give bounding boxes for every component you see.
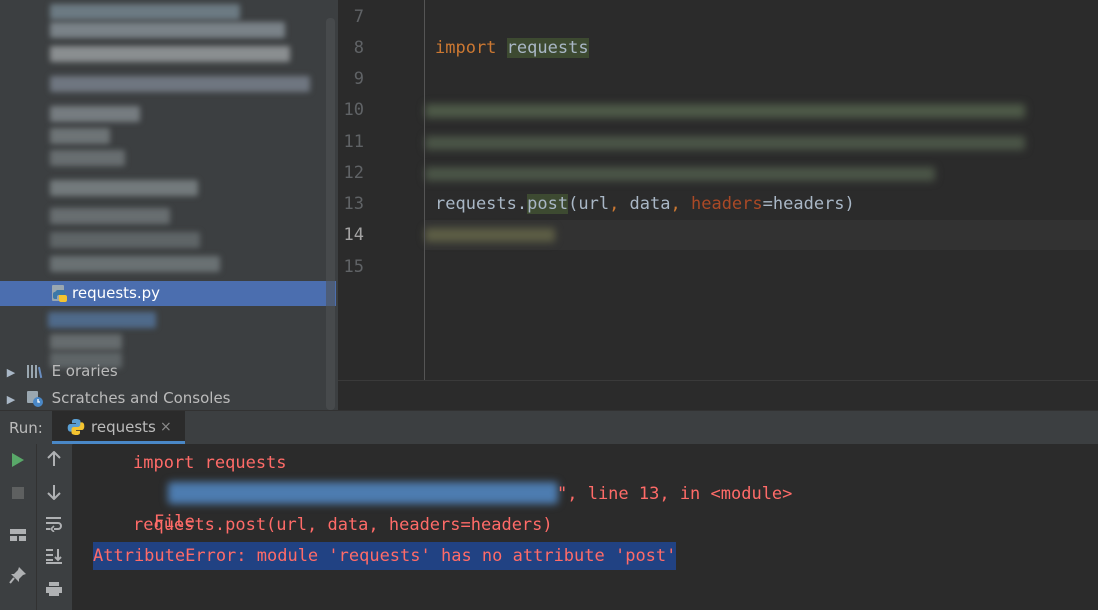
- code-line[interactable]: 12: [338, 158, 1098, 189]
- soft-wrap-icon: [45, 516, 63, 536]
- run-tool-header: Run: requests ×: [0, 410, 1098, 445]
- editor-bottom-area: [338, 380, 1098, 411]
- redacted-tree-item[interactable]: [50, 46, 290, 62]
- expand-arrow-icon[interactable]: ▶: [2, 360, 20, 386]
- line-number: 13: [343, 194, 364, 214]
- line-number: 8: [353, 38, 364, 58]
- redacted-tree-item[interactable]: [50, 208, 170, 224]
- scroll-up-button[interactable]: [40, 447, 68, 475]
- tree-item-label: Scratches and Consoles: [51, 389, 231, 407]
- arrow-up-icon: [47, 450, 61, 471]
- redacted-tree-item[interactable]: [50, 180, 198, 196]
- run-label: Run:: [9, 419, 43, 437]
- redacted-code: [425, 104, 1025, 118]
- code-line[interactable]: 9: [338, 64, 1098, 95]
- python-file-icon: [51, 284, 69, 307]
- layout-button[interactable]: [4, 522, 32, 550]
- redacted-tree-item[interactable]: [50, 256, 220, 272]
- console-line: import requests: [133, 453, 287, 473]
- code-editor[interactable]: 7 8 import requests 9 10 11 12 13 reques…: [338, 0, 1098, 380]
- toolbar-separator: [36, 444, 37, 610]
- redacted-tree-item[interactable]: [50, 76, 310, 92]
- redacted-tree-item[interactable]: [50, 4, 240, 20]
- scroll-to-end-icon: [45, 548, 63, 568]
- code-token: headers: [690, 194, 763, 214]
- line-number: 12: [343, 163, 364, 183]
- gutter-separator: [424, 0, 425, 380]
- soft-wrap-button[interactable]: [40, 512, 68, 540]
- pin-button[interactable]: [4, 563, 32, 591]
- redacted-tree-item[interactable]: [50, 128, 110, 144]
- code-token: post: [527, 194, 569, 214]
- python-icon: [67, 418, 85, 440]
- code-token: ,: [609, 194, 630, 214]
- run-toolbar: [0, 444, 72, 610]
- code-token: data: [629, 194, 671, 214]
- arrow-down-icon: [47, 484, 61, 504]
- code-line[interactable]: 10: [338, 95, 1098, 126]
- code-line[interactable]: 7: [338, 2, 1098, 33]
- scratches-icon: [25, 389, 45, 409]
- layout-icon: [9, 527, 27, 546]
- code-token: url: [578, 194, 610, 214]
- code-line[interactable]: 8 import requests: [338, 33, 1098, 64]
- scroll-to-end-button[interactable]: [40, 544, 68, 572]
- line-number: 9: [353, 69, 364, 89]
- line-number: 14: [343, 225, 364, 245]
- scroll-down-button[interactable]: [40, 480, 68, 508]
- code-token: requests: [435, 194, 517, 214]
- project-panel: requests.py ▶ E oraries ▶ Scratches and …: [0, 0, 338, 410]
- print-button[interactable]: [40, 577, 68, 605]
- pin-icon: [9, 566, 27, 588]
- redacted-code: [425, 228, 555, 242]
- project-scrollbar[interactable]: [326, 18, 335, 410]
- console-line-file-suffix: ", line 13, in <module>: [557, 484, 793, 504]
- line-number: 7: [353, 7, 364, 27]
- redacted-code: [425, 167, 935, 181]
- tree-item-label: E oraries: [51, 362, 118, 380]
- code-token: headers: [772, 194, 845, 214]
- code-line[interactable]: 11: [338, 127, 1098, 158]
- tree-item-scratches-and-consoles[interactable]: ▶ Scratches and Consoles: [0, 385, 231, 410]
- print-icon: [45, 581, 63, 601]
- run-tab-label: requests: [91, 418, 156, 436]
- code-token: =: [762, 194, 773, 214]
- console-line: requests.post(url, data, headers=headers…: [133, 515, 553, 535]
- redacted-code: [425, 136, 1025, 150]
- line-number: 11: [343, 132, 364, 152]
- redacted-tree-item[interactable]: [50, 232, 200, 248]
- redacted-tree-item[interactable]: [50, 150, 125, 166]
- library-icon: [25, 362, 45, 382]
- error-message: AttributeError: module 'requests' has no…: [93, 542, 677, 570]
- code-token: (: [568, 194, 579, 214]
- redacted-tree-item[interactable]: [50, 22, 285, 38]
- play-icon: [11, 452, 25, 472]
- code-token: ): [844, 194, 855, 214]
- redacted-tree-item[interactable]: [48, 312, 156, 328]
- line-number: 15: [343, 257, 364, 277]
- tree-item-requests-py[interactable]: requests.py: [0, 281, 336, 306]
- stop-button[interactable]: [4, 480, 32, 508]
- close-icon[interactable]: ×: [160, 411, 172, 443]
- code-line[interactable]: 13 requests.post(url, data, headers=head…: [338, 189, 1098, 220]
- code-token: .: [516, 194, 528, 214]
- redacted-file-path[interactable]: [168, 482, 558, 504]
- code-line[interactable]: 14: [338, 220, 1098, 251]
- code-line[interactable]: 15: [338, 252, 1098, 283]
- run-tab-requests[interactable]: requests ×: [52, 411, 185, 444]
- stop-icon: [11, 485, 25, 504]
- keyword-import: import: [435, 38, 497, 58]
- tree-item-label: requests.py: [72, 284, 161, 302]
- code-token: ,: [670, 194, 691, 214]
- rerun-button[interactable]: [4, 448, 32, 476]
- expand-arrow-icon[interactable]: ▶: [2, 387, 20, 410]
- module-name: requests: [506, 38, 589, 58]
- tree-item-external-libraries[interactable]: ▶ E oraries: [0, 358, 118, 384]
- run-console-output[interactable]: import requests File ", line 13, in <mod…: [73, 444, 1098, 610]
- redacted-tree-item[interactable]: [50, 106, 140, 122]
- line-number: 10: [343, 100, 364, 120]
- redacted-tree-item[interactable]: [50, 334, 122, 350]
